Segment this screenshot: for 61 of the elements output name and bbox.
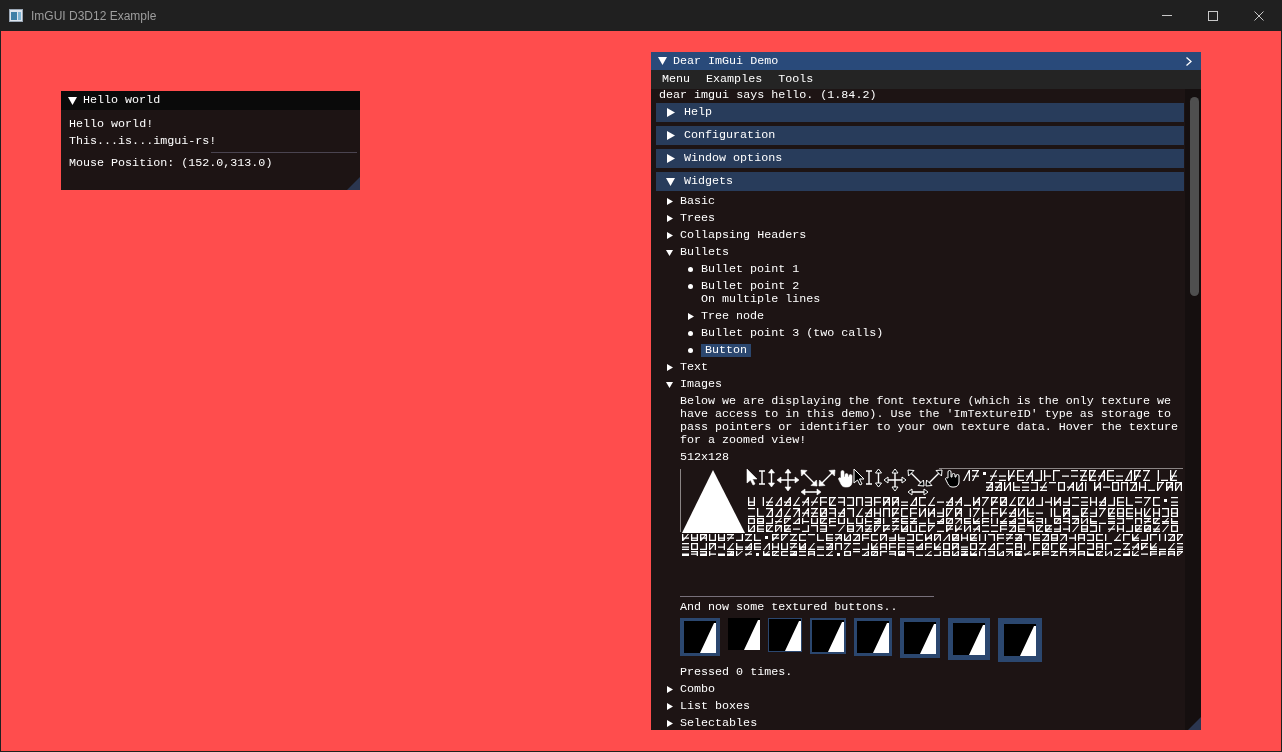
app-icon (9, 9, 23, 22)
menu-item[interactable]: Examples (698, 70, 771, 89)
scrollbar[interactable] (1185, 89, 1201, 730)
collapsing-header[interactable]: Window options (656, 149, 1184, 168)
collapsing-header[interactable]: Help (656, 103, 1184, 122)
tree-node[interactable]: Combo (659, 683, 716, 696)
tree-node[interactable]: Selectables (659, 717, 758, 730)
resize-grip-icon[interactable] (347, 177, 360, 190)
bullet-icon (688, 348, 693, 353)
bullet-icon (688, 284, 693, 289)
tree-node[interactable]: Collapsing Headers (659, 229, 807, 242)
small-button[interactable]: Button (701, 344, 752, 357)
window-title: Dear ImGui Demo (673, 54, 779, 68)
text-line: And now some textured buttons.. (680, 601, 898, 614)
close-icon (1254, 10, 1264, 21)
chevron-right-icon[interactable] (1186, 56, 1192, 66)
maximize-icon (1208, 10, 1218, 21)
text-line: Bullet point 3 (two calls) (701, 327, 884, 340)
triangle-thumbnail-icon (684, 621, 716, 653)
text-line: Mouse Position: (152.0,313.0) (69, 157, 273, 170)
resize-grip-icon[interactable] (1188, 717, 1201, 730)
minimize-icon (1162, 15, 1172, 16)
image-button[interactable] (768, 618, 802, 652)
image-button[interactable] (900, 618, 940, 658)
text-line: This...is...imgui-rs! (69, 135, 217, 148)
collapsing-header[interactable]: Widgets (656, 172, 1184, 191)
scrollbar-thumb[interactable] (1190, 97, 1199, 296)
text-line: Below we are displaying the font texture (which is the only texture we have access to in this demo). Use the 'ImTextureID' type as storage to pass pointers or identifier to your own texture data. Hover the texture for a zoomed view! (680, 395, 1179, 447)
triangle-thumbnail-icon (857, 621, 889, 653)
window-title: Hello world (83, 94, 161, 107)
menu-item[interactable]: Tools (770, 70, 822, 89)
triangle-thumbnail-icon (1004, 624, 1036, 656)
triangle-thumbnail-icon (812, 620, 844, 652)
image-button[interactable] (998, 618, 1042, 662)
image-button[interactable] (810, 618, 846, 654)
tree-node[interactable]: Trees (659, 212, 716, 225)
triangle-thumbnail-icon (904, 622, 936, 654)
image-button[interactable] (948, 618, 990, 660)
text-line: Pressed 0 times. (680, 666, 793, 679)
text-line: Hello world! (69, 118, 154, 131)
bullet-icon (688, 267, 693, 272)
window-title: ImGUI D3D12 Example (31, 7, 157, 25)
tree-node[interactable]: Tree node (680, 310, 765, 323)
image-button[interactable] (680, 618, 720, 656)
tree-node[interactable]: Images (659, 378, 723, 391)
tree-node[interactable]: Basic (659, 195, 716, 208)
bullet-icon (688, 331, 693, 336)
text-line: Bullet point 1 (701, 263, 800, 276)
image-button[interactable] (728, 618, 760, 650)
image-button[interactable] (854, 618, 892, 656)
text-line: Bullet point 2 On multiple lines (701, 280, 821, 306)
text-line: 512x128 (680, 451, 730, 464)
menu-item[interactable]: Menu (654, 70, 699, 89)
tree-node[interactable]: List boxes (659, 700, 751, 713)
triangle-thumbnail-icon (769, 619, 801, 651)
tree-node[interactable]: Bullets (659, 246, 730, 259)
tree-node[interactable]: Text (659, 361, 709, 374)
text-line: dear imgui says hello. (1.84.2) (659, 89, 877, 102)
collapsing-header[interactable]: Configuration (656, 126, 1184, 145)
triangle-thumbnail-icon (953, 623, 985, 655)
triangle-thumbnail-icon (728, 618, 760, 650)
